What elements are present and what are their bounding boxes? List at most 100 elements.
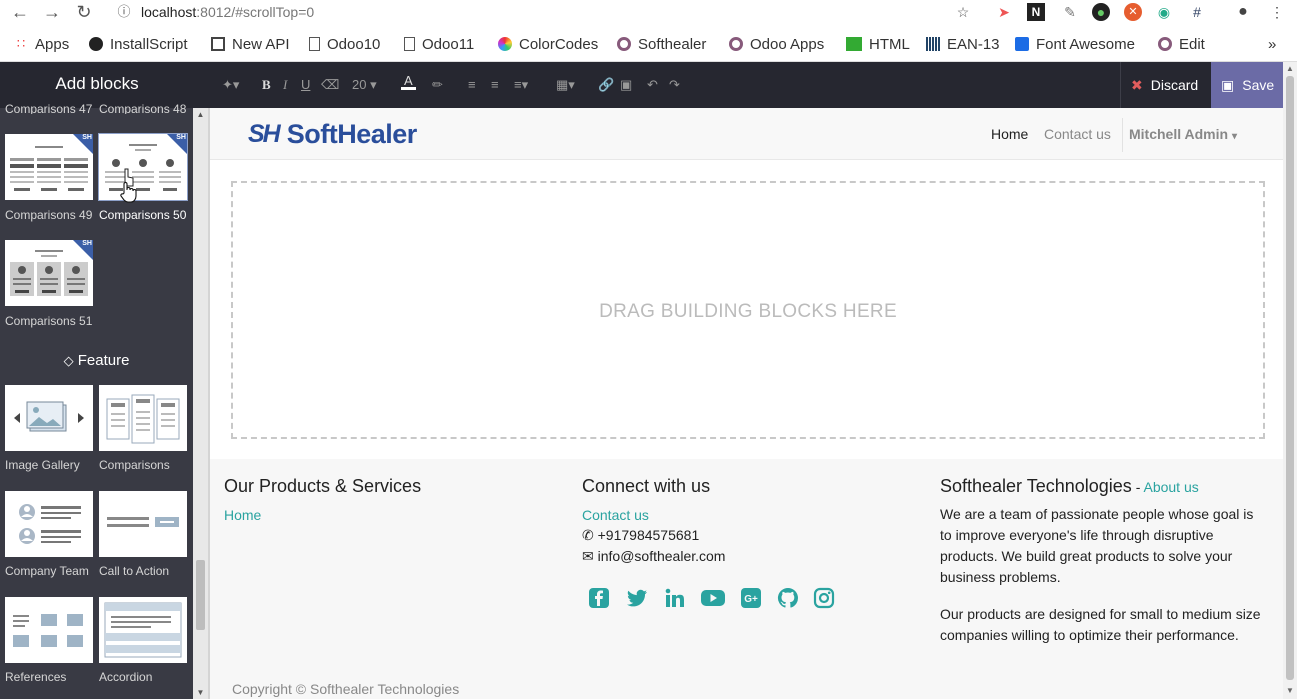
redo-icon[interactable]: ↷	[669, 76, 680, 94]
about-us-link[interactable]: About us	[1143, 479, 1198, 495]
magic-wand-icon[interactable]: ✦▾	[222, 76, 239, 94]
block-company-team[interactable]	[5, 491, 93, 557]
info-icon[interactable]: ⓘ	[114, 2, 134, 22]
logo-text: SoftHealer	[286, 118, 418, 149]
barcode-icon	[926, 37, 940, 51]
drop-zone[interactable]: DRAG BUILDING BLOCKS HERE	[231, 181, 1265, 439]
book-icon	[211, 37, 225, 51]
bookmark-html[interactable]: HTML	[846, 34, 910, 54]
extension-circle-icon[interactable]: ●	[1092, 3, 1110, 21]
link-icon[interactable]: 🔗	[598, 76, 614, 94]
footer-contact-link[interactable]: Contact us	[582, 507, 649, 523]
bookmark-apps[interactable]: ∷ Apps	[14, 34, 69, 54]
linkedin-icon[interactable]	[664, 587, 686, 609]
bookmark-label: ColorCodes	[519, 35, 599, 53]
facebook-icon[interactable]	[588, 587, 610, 609]
extension-grid-icon[interactable]: #	[1188, 3, 1206, 21]
text-color-icon[interactable]: A	[401, 72, 416, 90]
sidebar-scrollbar[interactable]: ▲ ▼	[193, 108, 208, 699]
scroll-up-icon[interactable]: ▲	[1285, 64, 1295, 73]
block-label: Comparisons 49	[5, 208, 93, 222]
menu-dots-icon[interactable]: ⋮	[1268, 3, 1286, 21]
numbered-list-icon[interactable]: ≡	[491, 76, 499, 94]
bookmark-new-api[interactable]: New API	[211, 34, 290, 54]
extension-x-icon[interactable]: ✕	[1124, 3, 1142, 21]
image-icon[interactable]: ▣	[620, 76, 632, 94]
block-label: Image Gallery	[5, 458, 80, 472]
font-size-dropdown[interactable]: 20 ▾	[352, 76, 377, 94]
user-menu[interactable]: Mitchell Admin ▾	[1129, 126, 1237, 142]
bullet-list-icon[interactable]: ≡	[468, 76, 476, 94]
forward-icon[interactable]: →	[42, 2, 62, 22]
site-logo[interactable]: SH SoftHealer	[248, 118, 418, 149]
table-icon[interactable]: ▦▾	[556, 76, 575, 94]
github-icon	[89, 37, 103, 51]
address-bar[interactable]: localhost:8012/#scrollTop=0	[141, 4, 314, 20]
bookmark-edit[interactable]: Edit	[1158, 34, 1205, 54]
block-references[interactable]	[5, 597, 93, 663]
block-comparisons[interactable]	[99, 385, 187, 451]
bookmark-star-icon[interactable]: ☆	[954, 3, 972, 21]
block-label: Comparisons 48	[99, 102, 187, 114]
bookmark-installscript[interactable]: InstallScript	[89, 34, 188, 54]
sidebar-scroll-thumb[interactable]	[196, 560, 205, 630]
footer-about-paragraph-2: Our products are designed for small to m…	[940, 606, 1261, 643]
copyright-text: Copyright © Softhealer Technologies	[232, 681, 460, 697]
extension-tag-icon[interactable]: ➤	[995, 3, 1013, 21]
discard-button[interactable]: ✖ Discard	[1120, 62, 1210, 108]
hand-cursor-icon	[120, 182, 137, 203]
italic-button[interactable]: I	[283, 76, 287, 94]
footer-home-link[interactable]: Home	[224, 507, 261, 523]
block-comparisons-49[interactable]: SH	[5, 134, 93, 200]
scroll-up-icon[interactable]: ▲	[196, 110, 205, 119]
bookmark-label: Odoo Apps	[750, 35, 825, 53]
underline-button[interactable]: U	[301, 76, 310, 94]
diamond-icon: ◇	[63, 353, 74, 368]
account-icon[interactable]: ●	[1234, 3, 1252, 21]
bookmark-odoo-apps[interactable]: Odoo Apps	[729, 34, 824, 54]
nav-home[interactable]: Home	[991, 126, 1028, 142]
extension-n-icon[interactable]: N	[1027, 3, 1045, 21]
bold-button[interactable]: B	[262, 76, 271, 94]
bookmark-odoo11[interactable]: Odoo11	[404, 34, 474, 54]
block-call-to-action[interactable]	[99, 491, 187, 557]
paint-brush-icon[interactable]: ✏	[432, 76, 443, 94]
align-icon[interactable]: ≡▾	[514, 76, 528, 94]
bookmarks-overflow-icon[interactable]: »	[1268, 34, 1276, 54]
bookmark-font-awesome[interactable]: Font Awesome	[1015, 34, 1135, 54]
scroll-down-icon[interactable]: ▼	[1285, 686, 1295, 695]
twitter-icon[interactable]	[626, 587, 648, 609]
youtube-icon[interactable]	[700, 587, 726, 609]
back-icon[interactable]: ←	[10, 2, 30, 22]
github-icon[interactable]	[777, 587, 799, 609]
bookmark-colorcodes[interactable]: ColorCodes	[498, 34, 598, 54]
url-host: localhost	[141, 4, 197, 20]
block-comparisons-50[interactable]: SH	[99, 134, 187, 200]
block-image-gallery[interactable]	[5, 385, 93, 451]
extension-globe-icon[interactable]: ◉	[1155, 3, 1173, 21]
undo-icon[interactable]: ↶	[647, 76, 658, 94]
odoo-circle-icon	[1158, 37, 1172, 51]
block-accordion[interactable]	[99, 597, 187, 663]
floppy-icon: ▣	[1221, 77, 1235, 93]
page-scrollbar[interactable]: ▲ ▼	[1283, 62, 1297, 699]
instagram-icon[interactable]	[813, 587, 835, 609]
nav-contact-us[interactable]: Contact us	[1044, 126, 1111, 142]
bookmark-label: EAN-13	[947, 35, 1000, 53]
block-label: Comparisons	[99, 458, 170, 472]
bookmark-ean13[interactable]: EAN-13	[926, 34, 1000, 54]
eraser-icon[interactable]: ⌫	[321, 76, 339, 94]
page-scroll-thumb[interactable]	[1286, 76, 1294, 680]
scroll-down-icon[interactable]: ▼	[196, 688, 205, 697]
logo-mark: SH	[248, 119, 281, 148]
block-comparisons-51[interactable]: SH	[5, 240, 93, 306]
bookmark-label: HTML	[869, 35, 910, 53]
bookmark-odoo10[interactable]: Odoo10	[309, 34, 380, 54]
reload-icon[interactable]: ↻	[74, 2, 94, 22]
google-plus-icon[interactable]: G+	[740, 587, 762, 609]
extension-eyedropper-icon[interactable]: ✎	[1061, 3, 1079, 21]
bookmark-softhealer[interactable]: Softhealer	[617, 34, 706, 54]
site-header: SH SoftHealer Home Contact us Mitchell A…	[210, 108, 1283, 160]
email-address: info@softhealer.com	[597, 548, 726, 564]
bookmark-label: Edit	[1179, 35, 1205, 53]
